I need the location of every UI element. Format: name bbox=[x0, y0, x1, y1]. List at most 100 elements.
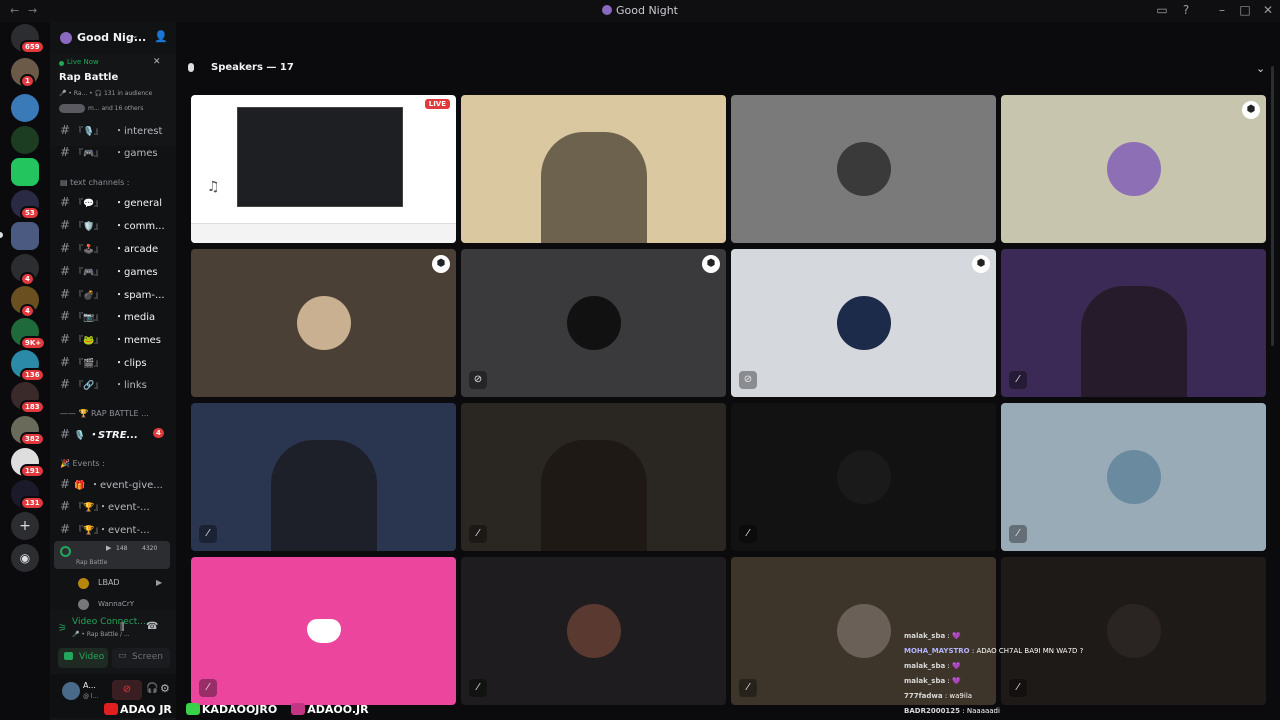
channel-emoji: 『🎬』 bbox=[74, 359, 104, 369]
channel-arcade[interactable]: # 『🕹️』 ・arcade bbox=[60, 240, 172, 260]
unread-badge: 9K+ bbox=[20, 336, 47, 350]
noise-suppression-icon[interactable]: ⫼ bbox=[120, 622, 125, 633]
discord-logo-icon bbox=[306, 619, 341, 643]
avatar bbox=[836, 142, 891, 196]
channel-clips[interactable]: # 『🎬』 ・clips bbox=[60, 354, 172, 374]
speaker-tile[interactable]: ⬢ ⊘ bbox=[461, 249, 726, 397]
webcam-feed bbox=[270, 440, 377, 551]
speaker-tile[interactable]: ⁄ bbox=[1001, 403, 1266, 551]
stage-channel-rap-battle[interactable]: ▶ 148 4320 Rap Battle bbox=[54, 541, 170, 569]
channel-community[interactable]: # 『🛡️』 ・comm... bbox=[60, 217, 172, 237]
social-handle: KADAOOJRO bbox=[185, 703, 277, 716]
speaker-tile[interactable]: ♫ LIVE bbox=[191, 95, 456, 243]
moderator-shield-icon: ⬢ bbox=[702, 255, 720, 273]
scrollbar[interactable] bbox=[1271, 66, 1274, 346]
unread-badge: 382 bbox=[20, 432, 45, 446]
channel-label: ・interest bbox=[114, 126, 163, 137]
explore-icon[interactable]: ◉ bbox=[11, 544, 39, 572]
headphones-icon[interactable]: 🎧 bbox=[146, 683, 158, 694]
avatar[interactable] bbox=[62, 682, 80, 700]
speaker-tile[interactable]: ⁄ bbox=[191, 403, 456, 551]
channel-label: ・comm... bbox=[114, 221, 165, 232]
voice-member-lbad[interactable]: LBAD ▶ bbox=[78, 577, 170, 591]
chat-message: MOHA_MAYSTRO : ADAO CH7AL BA9I MN WA7D ? bbox=[904, 647, 1104, 662]
avatar bbox=[836, 296, 891, 350]
chat-username: MOHA_MAYSTRO bbox=[904, 647, 970, 655]
close-icon[interactable]: ✕ bbox=[1259, 3, 1277, 17]
mic-muted-icon: ⁄ bbox=[1009, 371, 1027, 389]
stage-count-a: 148 bbox=[116, 545, 128, 552]
social-handle: ADAO JR bbox=[104, 703, 172, 716]
unread-badge: 183 bbox=[20, 400, 45, 414]
channel-event-2[interactable]: # 『🏆』・event-... bbox=[60, 521, 172, 541]
screen-button[interactable]: ▭ Screen bbox=[112, 648, 170, 668]
mic-muted-icon: ⁄ bbox=[469, 679, 487, 697]
mic-muted-icon: ⁄ bbox=[469, 525, 487, 543]
chat-message: malak_sba : 💜 bbox=[904, 632, 1104, 647]
moderator-shield-icon: ⬢ bbox=[972, 255, 990, 273]
avatar bbox=[78, 578, 89, 589]
speaker-tile[interactable] bbox=[731, 95, 996, 243]
server-icon[interactable] bbox=[11, 94, 39, 122]
stage-count-b: 4320 bbox=[142, 545, 158, 552]
speaker-tile[interactable]: ⁄ bbox=[461, 557, 726, 705]
channel-general[interactable]: # 『💬』 ・general bbox=[60, 194, 172, 214]
speaker-tile[interactable]: ⬢ bbox=[1001, 95, 1266, 243]
server-icon-good-night[interactable] bbox=[11, 222, 39, 250]
selected-pip bbox=[0, 232, 3, 238]
minimize-icon[interactable]: – bbox=[1213, 3, 1231, 17]
webcam-feed bbox=[1080, 286, 1187, 397]
stream-chat-overlay: malak_sba : 💜 MOHA_MAYSTRO : ADAO CH7AL B… bbox=[904, 632, 1104, 720]
mute-button[interactable]: ⊘ bbox=[112, 680, 142, 700]
server-header[interactable]: Good Nig... ⌄ 👤 bbox=[50, 22, 176, 54]
category-text-channels[interactable]: ▤ text channels : bbox=[60, 178, 130, 187]
speaker-tile[interactable]: ⁄ bbox=[731, 403, 996, 551]
inbox-icon[interactable]: ▭ bbox=[1153, 3, 1171, 17]
channel-media[interactable]: # 『📷』 ・media bbox=[60, 308, 172, 328]
server-icon[interactable] bbox=[11, 158, 39, 186]
media-controls bbox=[191, 223, 456, 243]
speaker-tile[interactable]: ⬢ ⊘ bbox=[731, 249, 996, 397]
channel-emoji: 『🕹️』 bbox=[74, 245, 104, 255]
maximize-icon[interactable]: □ bbox=[1236, 3, 1254, 17]
speaker-tile[interactable]: ⁄ bbox=[1001, 249, 1266, 397]
channel-spam[interactable]: # 『💣』 ・spam-... bbox=[60, 286, 172, 306]
window-title: Good Night bbox=[0, 4, 1280, 17]
add-member-icon[interactable]: 👤 bbox=[154, 30, 168, 43]
webcam-feed bbox=[540, 440, 647, 551]
live-others: m... and 16 others bbox=[88, 105, 144, 112]
stage-main: Speakers — 17 ⌄ ♫ LIVE ⬢ ⬢ ⬢ ⊘ ⬢ ⊘ ⁄ ⁄ ⁄ ⁄ ⁄ ⁄ ⁄ ⁄ ⁄ mal… bbox=[176, 22, 1280, 720]
close-icon[interactable]: ✕ bbox=[153, 57, 161, 67]
unread-badge: 53 bbox=[20, 206, 40, 220]
mic-muted-icon: ⁄ bbox=[199, 679, 217, 697]
speaker-tile[interactable]: ⁄ bbox=[461, 403, 726, 551]
channel-games[interactable]: # 『🎮』 ・games bbox=[60, 263, 172, 283]
user-tag: @ l... bbox=[83, 693, 99, 700]
channel-games-voice[interactable]: # 『🎮』 ・games bbox=[60, 144, 172, 164]
channel-emoji: 『💣』 bbox=[74, 291, 104, 301]
channel-interest[interactable]: # 『🎙️』 ・interest bbox=[60, 122, 172, 142]
unread-badge: 136 bbox=[20, 368, 45, 382]
screen-share-preview bbox=[237, 107, 403, 207]
category-rap-battle[interactable]: —— 🏆 RAP BATTLE ... bbox=[60, 409, 149, 418]
speaker-tile[interactable]: ⁄ bbox=[191, 557, 456, 705]
collapse-chevron-icon[interactable]: ⌄ bbox=[1256, 62, 1265, 75]
server-icon[interactable] bbox=[11, 126, 39, 154]
channel-event-1[interactable]: # 『🏆』・event-... bbox=[60, 498, 172, 518]
social-handles-overlay: ADAO JR KADAOOJRO ADAOO.JR bbox=[104, 703, 383, 720]
add-server-icon[interactable]: + bbox=[11, 512, 39, 540]
channel-emoji: 『🏆』 bbox=[74, 503, 104, 513]
disconnect-icon[interactable]: ☎ bbox=[146, 621, 158, 632]
channel-emoji: 『🎮』 bbox=[74, 268, 104, 278]
help-icon[interactable]: ? bbox=[1177, 3, 1195, 17]
category-events[interactable]: 🎉 Events : bbox=[60, 459, 105, 468]
avatar bbox=[296, 296, 351, 350]
video-button[interactable]: Video bbox=[58, 648, 108, 668]
channel-emoji: 『🐸』 bbox=[74, 336, 104, 346]
speaker-tile[interactable]: ⬢ bbox=[191, 249, 456, 397]
speaker-tile[interactable] bbox=[461, 95, 726, 243]
channel-event-giveaway[interactable]: # 🎁 ・event-give... bbox=[60, 476, 172, 496]
channel-links[interactable]: # 『🔗』 ・links bbox=[60, 376, 172, 396]
settings-icon[interactable]: ⚙ bbox=[160, 682, 170, 695]
channel-memes[interactable]: # 『🐸』 ・memes bbox=[60, 331, 172, 351]
